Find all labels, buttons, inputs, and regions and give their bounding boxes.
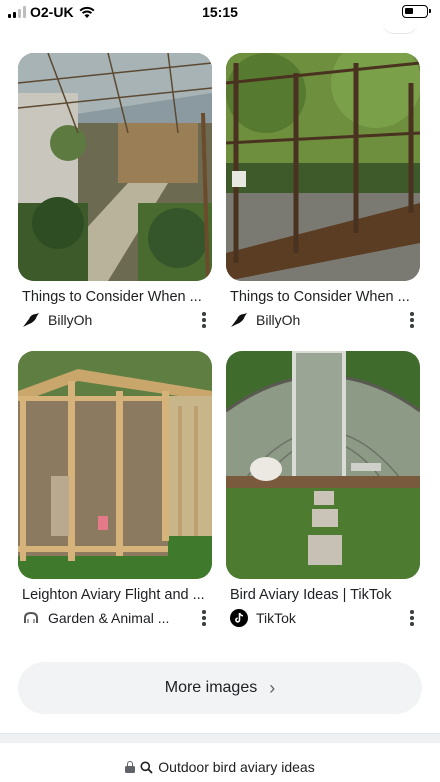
result-thumbnail[interactable] xyxy=(226,53,420,281)
more-options-icon[interactable] xyxy=(404,311,420,329)
source-name: BillyOh xyxy=(48,312,93,328)
clock: 15:15 xyxy=(202,4,238,20)
address-query: Outdoor bird aviary ideas xyxy=(158,759,315,775)
source-name: TikTok xyxy=(256,610,296,626)
result-source[interactable]: BillyOh xyxy=(22,311,92,329)
billyoh-bird-logo-icon xyxy=(230,311,248,329)
result-source[interactable]: Garden & Animal ... xyxy=(22,609,169,627)
more-images-button[interactable]: More images › xyxy=(18,662,422,714)
battery-icon xyxy=(402,5,431,18)
result-source[interactable]: TikTok xyxy=(230,609,296,627)
chevron-right-icon: › xyxy=(269,677,276,698)
garden-animal-logo-icon xyxy=(22,609,40,627)
billyoh-bird-logo-icon xyxy=(22,311,40,329)
more-options-icon[interactable] xyxy=(196,311,212,329)
tiktok-logo-icon xyxy=(230,609,248,627)
result-title[interactable]: Things to Consider When ... xyxy=(22,289,212,305)
result-source[interactable]: BillyOh xyxy=(230,311,300,329)
source-name: Garden & Animal ... xyxy=(48,610,170,626)
lock-icon xyxy=(125,761,136,773)
address-bar[interactable]: Outdoor bird aviary ideas xyxy=(0,752,440,782)
more-images-label: More images xyxy=(164,679,258,696)
scroll-edge-shape xyxy=(382,22,418,34)
result-thumbnail[interactable] xyxy=(18,351,212,579)
result-title[interactable]: Leighton Aviary Flight and ... xyxy=(22,587,212,603)
section-divider xyxy=(0,733,440,743)
result-thumbnail[interactable] xyxy=(226,351,420,579)
more-options-icon[interactable] xyxy=(196,609,212,627)
search-icon xyxy=(140,761,153,774)
result-title[interactable]: Things to Consider When ... xyxy=(230,289,420,305)
status-bar: O2-UK 15:15 xyxy=(0,0,440,26)
result-title[interactable]: Bird Aviary Ideas | TikTok xyxy=(230,587,420,603)
source-name: BillyOh xyxy=(256,312,301,328)
more-options-icon[interactable] xyxy=(404,609,420,627)
result-thumbnail[interactable] xyxy=(18,53,212,281)
